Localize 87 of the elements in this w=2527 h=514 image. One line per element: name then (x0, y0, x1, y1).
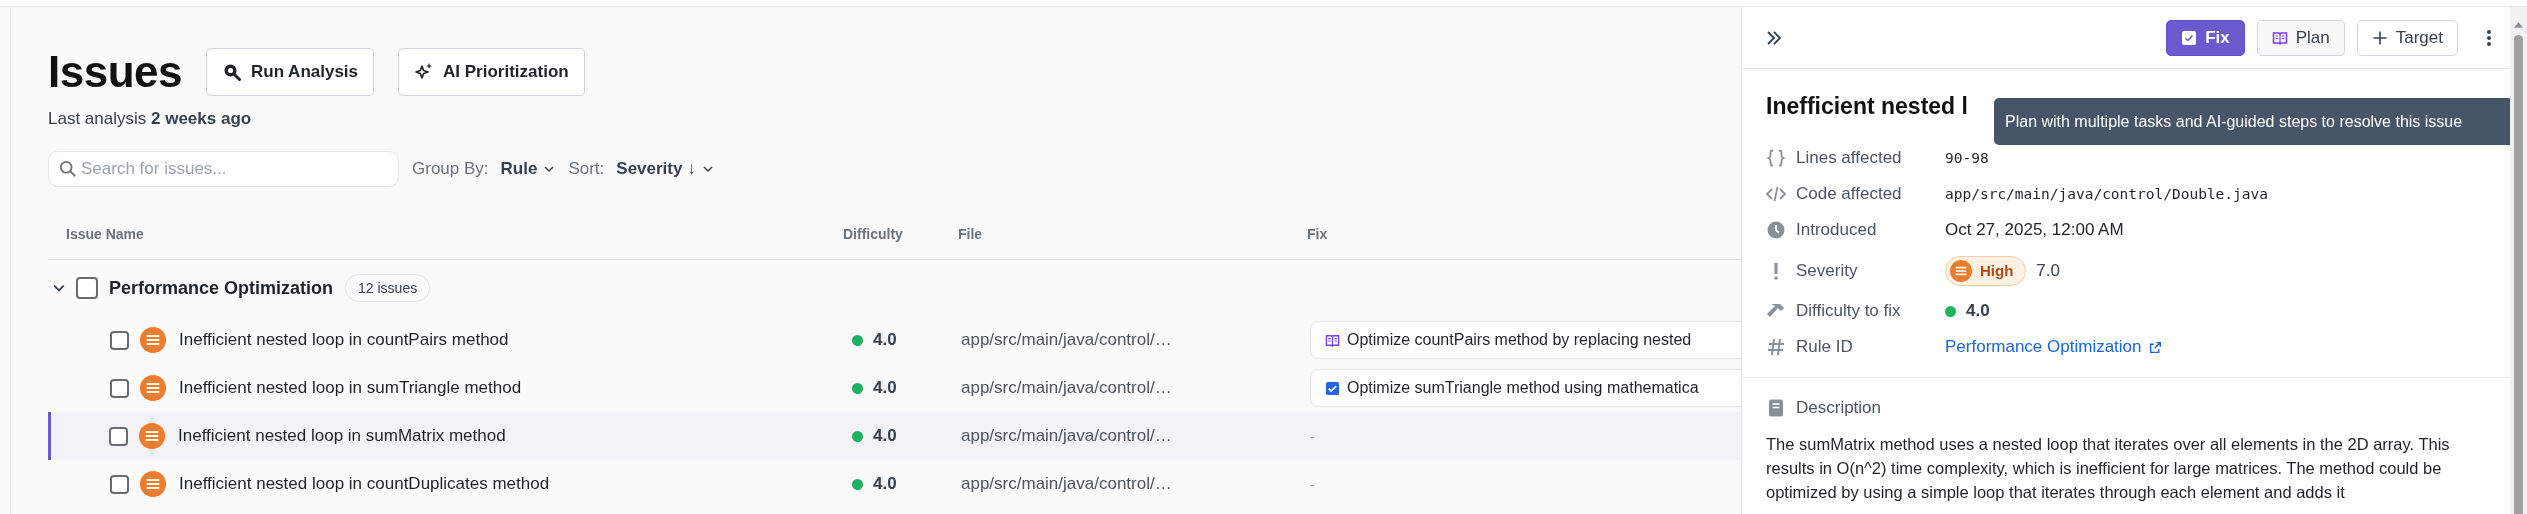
plan-button[interactable]: Plan (2256, 19, 2345, 56)
fix-link[interactable]: Optimize countPairs method by replacing nested (1310, 321, 1741, 359)
last-analysis-text: Last analysis 2 weeks ago (48, 109, 253, 129)
column-header: Difficulty (843, 225, 904, 244)
sort-dropdown[interactable]: Severity ↓ (616, 159, 714, 179)
description-heading: Description (1796, 398, 1883, 418)
difficulty-dot (852, 478, 863, 490)
tooltip: Plan with multiple tasks and AI-guided steps to resolve this issue (1994, 98, 2510, 145)
detail-label: Lines affected (1796, 148, 1903, 168)
severity-icon (140, 471, 166, 497)
search-icon (222, 62, 242, 82)
issue-name: Inefficient nested loop in sumMatrix method (178, 426, 506, 446)
severity-icon (139, 423, 165, 449)
detail-value: 4.0 (1966, 301, 1990, 321)
clock-icon (1766, 220, 1786, 240)
page-title: Issues (48, 47, 182, 97)
book-icon (1766, 398, 1786, 418)
difficulty-value: 4.0 (873, 378, 897, 398)
book-icon (2271, 29, 2288, 46)
issue-title: Inefficient nested l (1766, 93, 1968, 119)
checkbox-icon (1325, 380, 1340, 396)
column-header: Fix (1307, 225, 1329, 244)
issue-row[interactable]: Inefficient nested loop in sumTriangle method 4.0 app/src/main/java/control/… Optimize sumTriangle method using mathematica (48, 364, 1741, 412)
scrollbar[interactable] (2510, 7, 2527, 514)
braces-icon (1766, 148, 1786, 168)
file-path: app/src/main/java/control/… (961, 426, 1172, 445)
detail-label: Rule ID (1796, 337, 1854, 357)
detail-label: Difficulty to fix (1796, 301, 1902, 321)
difficulty-dot (852, 382, 863, 394)
column-header: File (958, 225, 984, 244)
more-options-icon[interactable] (2486, 27, 2492, 48)
description-text: The sumMatrix method uses a nested loop that iterates over all elements in the 2D array. This results in O(n^2) time complexity, which is inefficient for large matrices. The method could be optimized by using a simple loop that iterates through each element and adds it (1766, 434, 2451, 503)
fix-link[interactable]: Optimize sumTriangle method using mathematica (1310, 369, 1741, 407)
search-field[interactable]: Search for issues... (48, 151, 399, 187)
severity-icon (140, 327, 166, 353)
detail-label: Severity (1796, 260, 1859, 281)
detail-value: 90-98 (1945, 150, 1989, 166)
issue-row[interactable]: Inefficient nested loop in sumMatrix method 4.0 app/src/main/java/control/… - (48, 412, 1741, 460)
plus-icon (2371, 29, 2388, 46)
hash-icon (1766, 337, 1786, 357)
empty-fix: - (1310, 475, 1315, 493)
difficulty-value: 4.0 (873, 330, 897, 350)
run-analysis-button[interactable]: Run Analysis (206, 48, 375, 96)
group-by-label: Group By: (412, 159, 489, 179)
difficulty-dot (1945, 305, 1956, 317)
detail-value: Oct 27, 2025, 12:00 AM (1945, 220, 2124, 240)
severity-badge: High (1945, 255, 2027, 286)
issue-row[interactable]: Inefficient nested loop in countDuplicates method 4.0 app/src/main/java/control/… - (48, 460, 1741, 508)
difficulty-dot (852, 430, 863, 442)
detail-label: Introduced (1796, 220, 1878, 240)
file-path: app/src/main/java/control/… (961, 378, 1172, 397)
book-icon (1325, 332, 1340, 348)
scroll-up-icon[interactable] (2513, 21, 2524, 29)
detail-value: app/src/main/java/control/Double.java (1945, 186, 2268, 202)
difficulty-value: 4.0 (873, 426, 897, 446)
issue-name: Inefficient nested loop in sumTriangle method (179, 378, 522, 398)
file-path: app/src/main/java/control/… (961, 330, 1172, 349)
fix-button[interactable]: Fix (2166, 19, 2245, 56)
external-link-icon[interactable] (2148, 340, 2162, 354)
empty-fix: - (1310, 427, 1315, 445)
target-button[interactable]: Target (2356, 19, 2458, 56)
sort-label: Sort: (568, 159, 605, 179)
severity-icon (140, 375, 166, 401)
checkbox[interactable] (109, 426, 128, 446)
code-icon (1766, 184, 1786, 204)
severity-score: 7.0 (2036, 260, 2060, 281)
checkbox[interactable] (76, 277, 98, 299)
checkbox[interactable] (110, 378, 129, 398)
issue-name: Inefficient nested loop in countDuplicates method (179, 474, 550, 494)
column-header: Issue Name (65, 225, 145, 244)
exclamation-icon (1773, 261, 1779, 280)
checkbox[interactable] (110, 474, 129, 494)
group-by-dropdown[interactable]: Rule (500, 159, 556, 179)
chevron-down-icon (543, 163, 556, 175)
file-path: app/src/main/java/control/… (961, 474, 1172, 493)
issue-row[interactable]: Inefficient nested loop in countPairs method 4.0 app/src/main/java/control/… Optimize countPairs method by replacing nested (48, 316, 1741, 364)
checkbox[interactable] (110, 330, 129, 350)
issue-name: Inefficient nested loop in countPairs method (179, 330, 509, 350)
rule-link[interactable]: Performance Optimization (1945, 337, 2142, 357)
difficulty-value: 4.0 (873, 474, 897, 494)
group-name: Performance Optimization (109, 277, 334, 299)
detail-label: Code affected (1796, 184, 1903, 204)
checkbox-icon (2181, 29, 2198, 46)
ai-prioritization-button[interactable]: AI Prioritization (398, 48, 585, 96)
severity-icon (1950, 259, 1972, 282)
difficulty-dot (852, 334, 863, 346)
chevron-down-icon (701, 163, 714, 175)
